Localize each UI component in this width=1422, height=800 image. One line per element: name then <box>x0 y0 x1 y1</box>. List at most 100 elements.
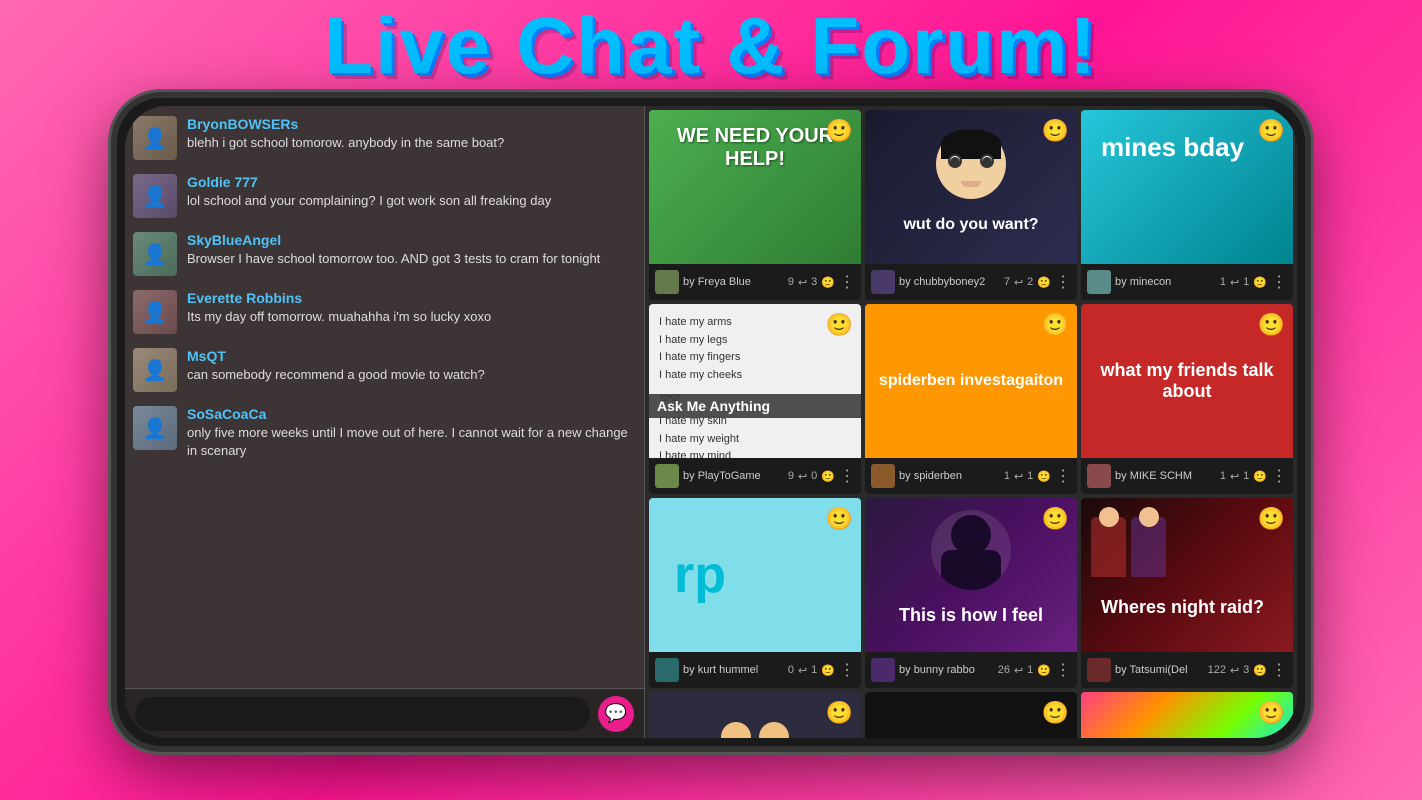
chat-message: 👤 MsQT can somebody recommend a good mov… <box>133 348 636 392</box>
card-author: by spiderben <box>899 470 1000 482</box>
card-author: by PlayToGame <box>683 470 784 482</box>
forum-panel: WE NEED YOUR HELP! 🙂 by Freya Blue 9↩ 3🙂… <box>645 106 1297 738</box>
forum-card-rp[interactable]: rp 🙂 by kurt hummel 0↩ 1🙂 ⋮ <box>649 498 861 688</box>
forum-card-friends-talk[interactable]: what my friends talk about 🙂 by MIKE SCH… <box>1081 304 1293 494</box>
card-author-avatar <box>655 464 679 488</box>
card-options-icon[interactable]: ⋮ <box>839 660 855 680</box>
forum-card-imagine[interactable]: IMAGINE THIS 🙂 by imaginer 8↩ 4🙂 ⋮ <box>865 692 1077 738</box>
card-stats: 0↩ 1🙂 <box>788 664 835 677</box>
card-stats: 9↩ 3🙂 <box>788 276 835 289</box>
message-text: only five more weeks until I move out of… <box>187 424 636 460</box>
card-emoji[interactable]: 🙂 <box>1042 506 1069 532</box>
card-author-avatar <box>1087 270 1111 294</box>
message-text: Its my day off tomorrow. muahahha i'm so… <box>187 308 636 326</box>
card-stats: 9↩ 0🙂 <box>788 470 835 483</box>
forum-card-wut[interactable]: wut do you want? 🙂 by chubbyboney2 7↩ 2🙂… <box>865 110 1077 300</box>
card-emoji[interactable]: 🙂 <box>1042 312 1069 338</box>
avatar: 👤 <box>133 406 177 450</box>
card-author-avatar <box>655 270 679 294</box>
avatar: 👤 <box>133 232 177 276</box>
avatar: 👤 <box>133 348 177 392</box>
card-title: KWAIIII <box>1122 731 1252 739</box>
forum-card-wanna-rp[interactable]: wanna rp with whatsapp/kik 🙂 by anime fa… <box>649 692 861 738</box>
card-author: by minecon <box>1115 276 1216 288</box>
message-text: lol school and your complaining? I got w… <box>187 192 636 210</box>
avatar: 👤 <box>133 290 177 334</box>
phone-device: 👤 BryonBOWSERs blehh i got school tomoro… <box>111 92 1311 752</box>
card-emoji[interactable]: 🙂 <box>826 700 853 726</box>
forum-card-kwaiiii[interactable]: KWAIIII 🙂 by kawaii fan 15↩ 6🙂 ⋮ <box>1081 692 1293 738</box>
card-author: by chubbyboney2 <box>899 276 1000 288</box>
chat-message: 👤 SoSaCoaCa only five more weeks until I… <box>133 406 636 460</box>
card-author: by MIKE SCHM <box>1115 470 1216 482</box>
forum-card-night-raid[interactable]: Wheres night raid? 🙂 by Tatsumi(Del 122↩… <box>1081 498 1293 688</box>
card-emoji[interactable]: 🙂 <box>1258 506 1285 532</box>
avatar: 👤 <box>133 174 177 218</box>
card-emoji[interactable]: 🙂 <box>826 312 853 338</box>
header-title: Live Chat & Forum! <box>324 1 1098 90</box>
card-emoji[interactable]: 🙂 <box>1042 118 1069 144</box>
send-button[interactable]: 💬 <box>598 696 634 732</box>
message-username[interactable]: SkyBlueAngel <box>187 232 636 248</box>
card-title: This is how I feel <box>889 590 1053 641</box>
card-options-icon[interactable]: ⋮ <box>1055 272 1071 292</box>
card-stats: 122↩ 3🙂 <box>1208 664 1267 677</box>
chat-message: 👤 SkyBlueAngel Browser I have school tom… <box>133 232 636 276</box>
card-author: by kurt hummel <box>683 664 784 676</box>
card-options-icon[interactable]: ⋮ <box>1271 660 1287 680</box>
message-username[interactable]: SoSaCoaCa <box>187 406 636 422</box>
card-emoji[interactable]: 🙂 <box>1258 312 1285 338</box>
forum-card-spiderben[interactable]: spiderben investagaiton 🙂 by spiderben 1… <box>865 304 1077 494</box>
chat-messages: 👤 BryonBOWSERs blehh i got school tomoro… <box>125 106 644 688</box>
card-options-icon[interactable]: ⋮ <box>839 272 855 292</box>
chat-input[interactable] <box>135 697 590 731</box>
card-author: by Tatsumi(Del <box>1115 664 1204 676</box>
card-stats: 1↩ 1🙂 <box>1220 470 1267 483</box>
card-options-icon[interactable]: ⋮ <box>1055 466 1071 486</box>
page-header: Live Chat & Forum! <box>324 0 1098 92</box>
card-author-avatar <box>655 658 679 682</box>
chat-input-bar: 💬 <box>125 688 644 738</box>
card-author-avatar <box>871 658 895 682</box>
card-emoji[interactable]: 🙂 <box>826 118 853 144</box>
ask-me-title: Ask Me Anything <box>657 398 770 414</box>
card-author: by bunny rabbo <box>899 664 994 676</box>
card-emoji[interactable]: 🙂 <box>1042 700 1069 726</box>
card-title: mines bday <box>1091 120 1254 175</box>
card-emoji[interactable]: 🙂 <box>1258 700 1285 726</box>
message-text: can somebody recommend a good movie to w… <box>187 366 636 384</box>
avatar: 👤 <box>133 116 177 160</box>
card-options-icon[interactable]: ⋮ <box>839 466 855 486</box>
card-options-icon[interactable]: ⋮ <box>1055 660 1071 680</box>
card-author: by Freya Blue <box>683 276 784 288</box>
message-username[interactable]: Everette Robbins <box>187 290 636 306</box>
card-stats: 1↩ 1🙂 <box>1220 276 1267 289</box>
card-stats: 26↩ 1🙂 <box>998 664 1051 677</box>
chat-message: 👤 BryonBOWSERs blehh i got school tomoro… <box>133 116 636 160</box>
message-text: Browser I have school tomorrow too. AND … <box>187 250 636 268</box>
message-username[interactable]: BryonBOWSERs <box>187 116 636 132</box>
card-title: spiderben investagaiton <box>869 362 1073 400</box>
card-stats: 7↩ 2🙂 <box>1004 276 1051 289</box>
card-options-icon[interactable]: ⋮ <box>1271 466 1287 486</box>
card-stats: 1↩ 1🙂 <box>1004 470 1051 483</box>
forum-card-need-help[interactable]: WE NEED YOUR HELP! 🙂 by Freya Blue 9↩ 3🙂… <box>649 110 861 300</box>
message-text: blehh i got school tomorow. anybody in t… <box>187 134 636 152</box>
card-author-avatar <box>871 464 895 488</box>
forum-card-this-is-how-i-feel[interactable]: This is how I feel 🙂 by bunny rabbo 26↩ … <box>865 498 1077 688</box>
message-username[interactable]: Goldie 777 <box>187 174 636 190</box>
card-title: wut do you want? <box>893 204 1048 246</box>
card-author-avatar <box>1087 464 1111 488</box>
card-title: what my friends talk about <box>1081 345 1293 417</box>
forum-card-mines-bday[interactable]: mines bday 🙂 by minecon 1↩ 1🙂 ⋮ <box>1081 110 1293 300</box>
card-options-icon[interactable]: ⋮ <box>1271 272 1287 292</box>
chat-panel: 👤 BryonBOWSERs blehh i got school tomoro… <box>125 106 645 738</box>
card-emoji[interactable]: 🙂 <box>1258 118 1285 144</box>
chat-message: 👤 Everette Robbins Its my day off tomorr… <box>133 290 636 334</box>
chat-message: 👤 Goldie 777 lol school and your complai… <box>133 174 636 218</box>
card-author-avatar <box>1087 658 1111 682</box>
card-title: Wheres night raid? <box>1091 582 1274 633</box>
message-username[interactable]: MsQT <box>187 348 636 364</box>
forum-card-ask-me[interactable]: I hate my arms I hate my legs I hate my … <box>649 304 861 494</box>
card-emoji[interactable]: 🙂 <box>826 506 853 532</box>
